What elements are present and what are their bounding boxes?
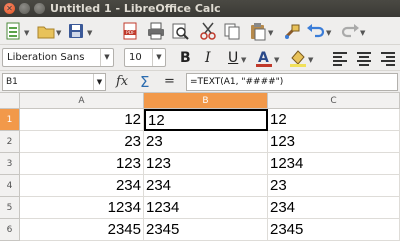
sum-icon[interactable]: Σ [140, 73, 149, 91]
new-document-icon[interactable] [4, 21, 24, 41]
open-folder-icon[interactable] [36, 21, 56, 41]
row-header[interactable]: 4 [0, 175, 20, 197]
column-header-a[interactable]: A [20, 93, 144, 109]
cell-b5[interactable]: 1234 [144, 197, 268, 219]
cell-c3[interactable]: 1234 [268, 153, 400, 175]
cell-c5[interactable]: 234 [268, 197, 400, 219]
spreadsheet-grid[interactable]: A B C 1 12 12 12 2 23 23 123 3 123 123 1… [0, 93, 400, 241]
cell-c4[interactable]: 23 [268, 175, 400, 197]
cell-b4[interactable]: 234 [144, 175, 268, 197]
svg-text:PDF: PDF [126, 30, 135, 36]
svg-text:A: A [258, 50, 269, 66]
function-wizard-icon[interactable]: fx [116, 73, 128, 91]
row-header[interactable]: 6 [0, 219, 20, 241]
copy-icon[interactable] [222, 21, 242, 41]
font-size-value: 10 [129, 52, 142, 63]
font-size-combo[interactable]: 10 ▼ [124, 48, 166, 67]
align-left-icon[interactable] [330, 48, 350, 68]
row-header[interactable]: 2 [0, 131, 20, 153]
font-name-combo[interactable]: Liberation Sans ▼ [2, 48, 114, 67]
select-all-corner[interactable] [0, 93, 20, 109]
font-color-icon[interactable]: A [254, 48, 274, 68]
redo-dropdown-icon[interactable]: ▼ [360, 29, 365, 37]
formatting-toolbar: Liberation Sans ▼ 10 ▼ B I U ▼ A ▼ ▼ [0, 45, 400, 71]
chevron-down-icon[interactable]: ▼ [93, 74, 105, 90]
paste-icon[interactable] [248, 21, 268, 41]
cell-b3[interactable]: 123 [144, 153, 268, 175]
column-header-c[interactable]: C [268, 93, 400, 109]
cell-a6[interactable]: 2345 [20, 219, 144, 241]
align-right-icon[interactable] [378, 48, 398, 68]
undo-icon[interactable] [306, 21, 326, 41]
underline-icon[interactable]: U [228, 49, 238, 67]
cell-b1-selected[interactable]: 12 [144, 109, 268, 131]
window-close-button[interactable]: ✕ [4, 3, 15, 14]
window-title: Untitled 1 - LibreOffice Calc [50, 2, 221, 15]
cell-a4[interactable]: 234 [20, 175, 144, 197]
save-dropdown-icon[interactable]: ▼ [87, 29, 92, 37]
underline-dropdown-icon[interactable]: ▼ [241, 56, 246, 64]
cell-b2[interactable]: 23 [144, 131, 268, 153]
cell-c1[interactable]: 12 [268, 109, 400, 131]
save-icon[interactable] [66, 21, 86, 41]
formula-bar: B1 ▼ fx Σ = =TEXT(A1, "####") [0, 71, 400, 93]
cell-a3[interactable]: 123 [20, 153, 144, 175]
cell-c2[interactable]: 123 [268, 131, 400, 153]
formula-icon[interactable]: = [164, 73, 175, 91]
undo-dropdown-icon[interactable]: ▼ [326, 29, 331, 37]
column-header-b[interactable]: B [144, 93, 268, 109]
export-pdf-icon[interactable]: PDF [120, 21, 140, 41]
row-header[interactable]: 1 [0, 109, 20, 131]
cell-c6[interactable]: 2345 [268, 219, 400, 241]
open-dropdown-icon[interactable]: ▼ [56, 29, 61, 37]
font-name-value: Liberation Sans [7, 52, 85, 63]
clone-formatting-icon[interactable] [282, 21, 302, 41]
italic-icon[interactable]: I [205, 49, 211, 67]
row-header[interactable]: 5 [0, 197, 20, 219]
redo-icon[interactable] [340, 21, 360, 41]
font-color-dropdown-icon[interactable]: ▼ [274, 56, 279, 64]
chevron-down-icon[interactable]: ▼ [152, 49, 165, 66]
print-icon[interactable] [146, 21, 166, 41]
row-header[interactable]: 3 [0, 153, 20, 175]
align-center-icon[interactable] [354, 48, 374, 68]
cell-b6[interactable]: 2345 [144, 219, 268, 241]
bold-icon[interactable]: B [180, 49, 191, 67]
cut-icon[interactable] [198, 21, 218, 41]
window-maximize-button[interactable] [34, 3, 45, 14]
standard-toolbar: ▼ ▼ ▼ PDF ▼ ▼ ▼ [0, 17, 400, 45]
print-preview-icon[interactable] [170, 21, 190, 41]
window-titlebar: ✕ Untitled 1 - LibreOffice Calc [0, 0, 400, 17]
highlight-dropdown-icon[interactable]: ▼ [308, 56, 313, 64]
highlight-icon[interactable] [288, 48, 308, 68]
formula-text: =TEXT(A1, "####") [190, 77, 284, 87]
window-minimize-button[interactable] [19, 3, 30, 14]
name-box[interactable]: B1 ▼ [2, 73, 106, 91]
paste-dropdown-icon[interactable]: ▼ [268, 29, 273, 37]
new-dropdown-icon[interactable]: ▼ [24, 29, 29, 37]
name-box-value: B1 [6, 77, 18, 87]
cell-a5[interactable]: 1234 [20, 197, 144, 219]
cell-a2[interactable]: 23 [20, 131, 144, 153]
formula-input[interactable]: =TEXT(A1, "####") [186, 73, 398, 91]
cell-a1[interactable]: 12 [20, 109, 144, 131]
chevron-down-icon[interactable]: ▼ [100, 49, 113, 66]
